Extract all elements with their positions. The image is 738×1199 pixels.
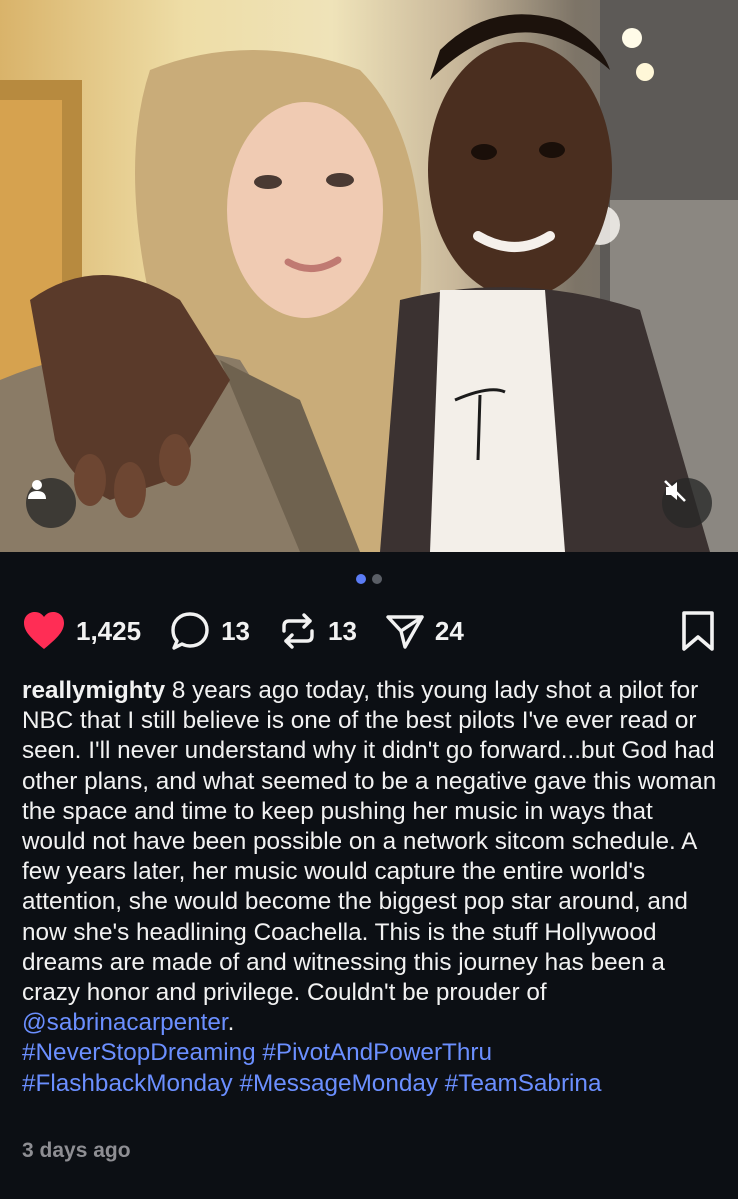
repost-count: 13: [328, 615, 357, 646]
hashtag-link[interactable]: #PivotAndPowerThru: [262, 1039, 492, 1066]
mute-button[interactable]: [662, 478, 712, 528]
hashtag-link[interactable]: #MessageMonday: [239, 1070, 438, 1097]
photo-illustration: [0, 0, 738, 552]
hashtag-link[interactable]: #TeamSabrina: [445, 1070, 602, 1097]
repost-button[interactable]: 13: [278, 611, 357, 651]
caption-text: 8 years ago today, this young lady shot …: [22, 677, 717, 1007]
profile-tag-button[interactable]: [26, 478, 76, 528]
repost-arrows-icon: [282, 613, 314, 649]
carousel-dot-active: [356, 574, 366, 584]
carousel-indicator: [0, 574, 738, 584]
action-bar: 1,425 13 13 24: [22, 608, 716, 654]
share-count: 24: [434, 615, 464, 646]
comment-button[interactable]: 13: [169, 611, 250, 651]
comment-bubble-icon: [171, 612, 209, 650]
share-button[interactable]: 24: [385, 611, 464, 651]
post-timestamp: 3 days ago: [22, 1139, 131, 1162]
hashtag-link[interactable]: #NeverStopDreaming: [22, 1039, 256, 1066]
comment-count: 13: [221, 615, 250, 646]
paper-plane-icon: [386, 615, 424, 649]
heart-icon: [24, 612, 64, 649]
speaker-muted-icon: [664, 480, 686, 502]
caption-text-end: .: [227, 1009, 235, 1037]
bookmark-icon: [682, 611, 714, 651]
mention-link[interactable]: @sabrinacarpenter: [22, 1009, 228, 1036]
like-button[interactable]: 1,425: [22, 611, 141, 651]
person-icon: [28, 480, 46, 499]
post-caption: reallymighty 8 years ago today, this you…: [22, 676, 722, 1099]
post-photo[interactable]: [0, 0, 738, 552]
save-button[interactable]: [680, 610, 716, 657]
carousel-dot: [372, 574, 382, 584]
caption-username[interactable]: reallymighty: [22, 677, 165, 704]
hashtag-link[interactable]: #FlashbackMonday: [22, 1070, 233, 1097]
like-count: 1,425: [76, 615, 142, 646]
